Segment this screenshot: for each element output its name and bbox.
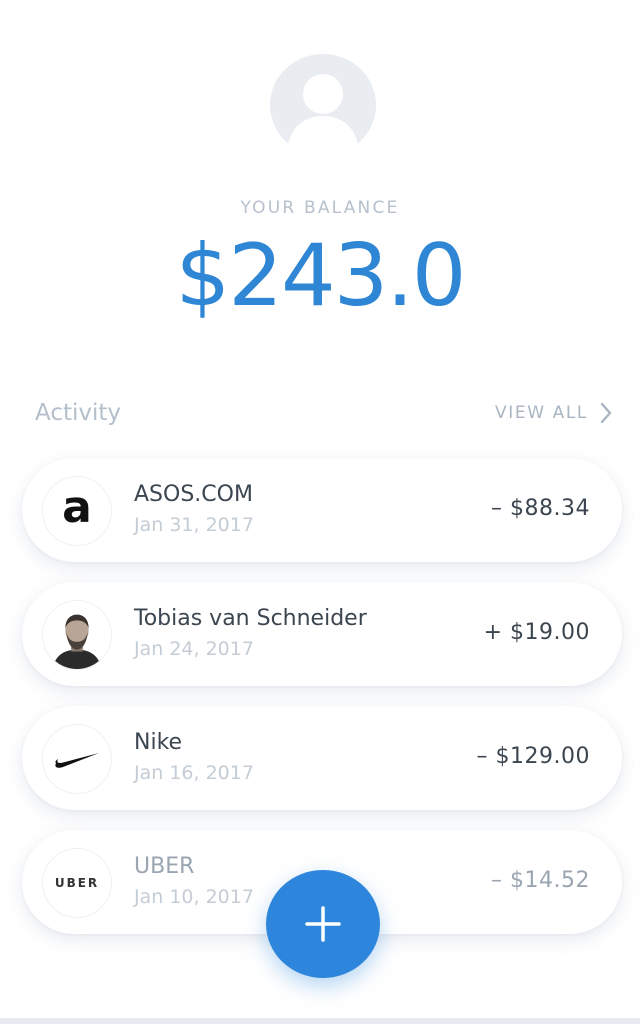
add-button[interactable]: [266, 870, 380, 978]
balance-amount: $243.0: [175, 226, 467, 326]
balance-label: YOUR BALANCE: [240, 198, 400, 218]
transaction-name: ASOS.COM: [134, 482, 253, 507]
transaction-date: Jan 10, 2017: [134, 886, 254, 908]
view-all-link[interactable]: VIEW ALL: [495, 402, 612, 424]
nike-swoosh-logo: [42, 724, 112, 794]
view-all-label: VIEW ALL: [495, 403, 588, 423]
transaction-row[interactable]: a ASOS.COM Jan 31, 2017 – $88.34: [22, 458, 622, 562]
transaction-name: Nike: [134, 730, 183, 755]
transaction-amount: + $19.00: [483, 620, 590, 645]
transaction-date: Jan 16, 2017: [134, 762, 254, 784]
chevron-right-icon: [600, 402, 612, 424]
transaction-row[interactable]: Tobias van Schneider Jan 24, 2017 + $19.…: [22, 582, 622, 686]
plus-icon: [305, 906, 341, 942]
transaction-name: Tobias van Schneider: [134, 606, 367, 631]
uber-logo-text: UBER: [54, 876, 100, 890]
transaction-amount: – $14.52: [491, 868, 590, 893]
asos-logo: a: [42, 476, 112, 546]
bottom-divider: [0, 1018, 640, 1024]
transaction-date: Jan 24, 2017: [134, 638, 254, 660]
transaction-row[interactable]: Nike Jan 16, 2017 – $129.00: [22, 706, 622, 810]
transaction-name: UBER: [134, 854, 195, 879]
person-photo: [42, 600, 112, 670]
transaction-date: Jan 31, 2017: [134, 514, 254, 536]
profile-avatar[interactable]: [270, 54, 376, 156]
transaction-amount: – $129.00: [476, 744, 590, 769]
user-silhouette-icon: [270, 54, 376, 156]
transaction-amount: – $88.34: [491, 496, 590, 521]
uber-logo: UBER: [42, 848, 112, 918]
activity-heading: Activity: [35, 400, 122, 426]
wallet-screen: YOUR BALANCE $243.0 Activity VIEW ALL a …: [0, 0, 640, 1024]
